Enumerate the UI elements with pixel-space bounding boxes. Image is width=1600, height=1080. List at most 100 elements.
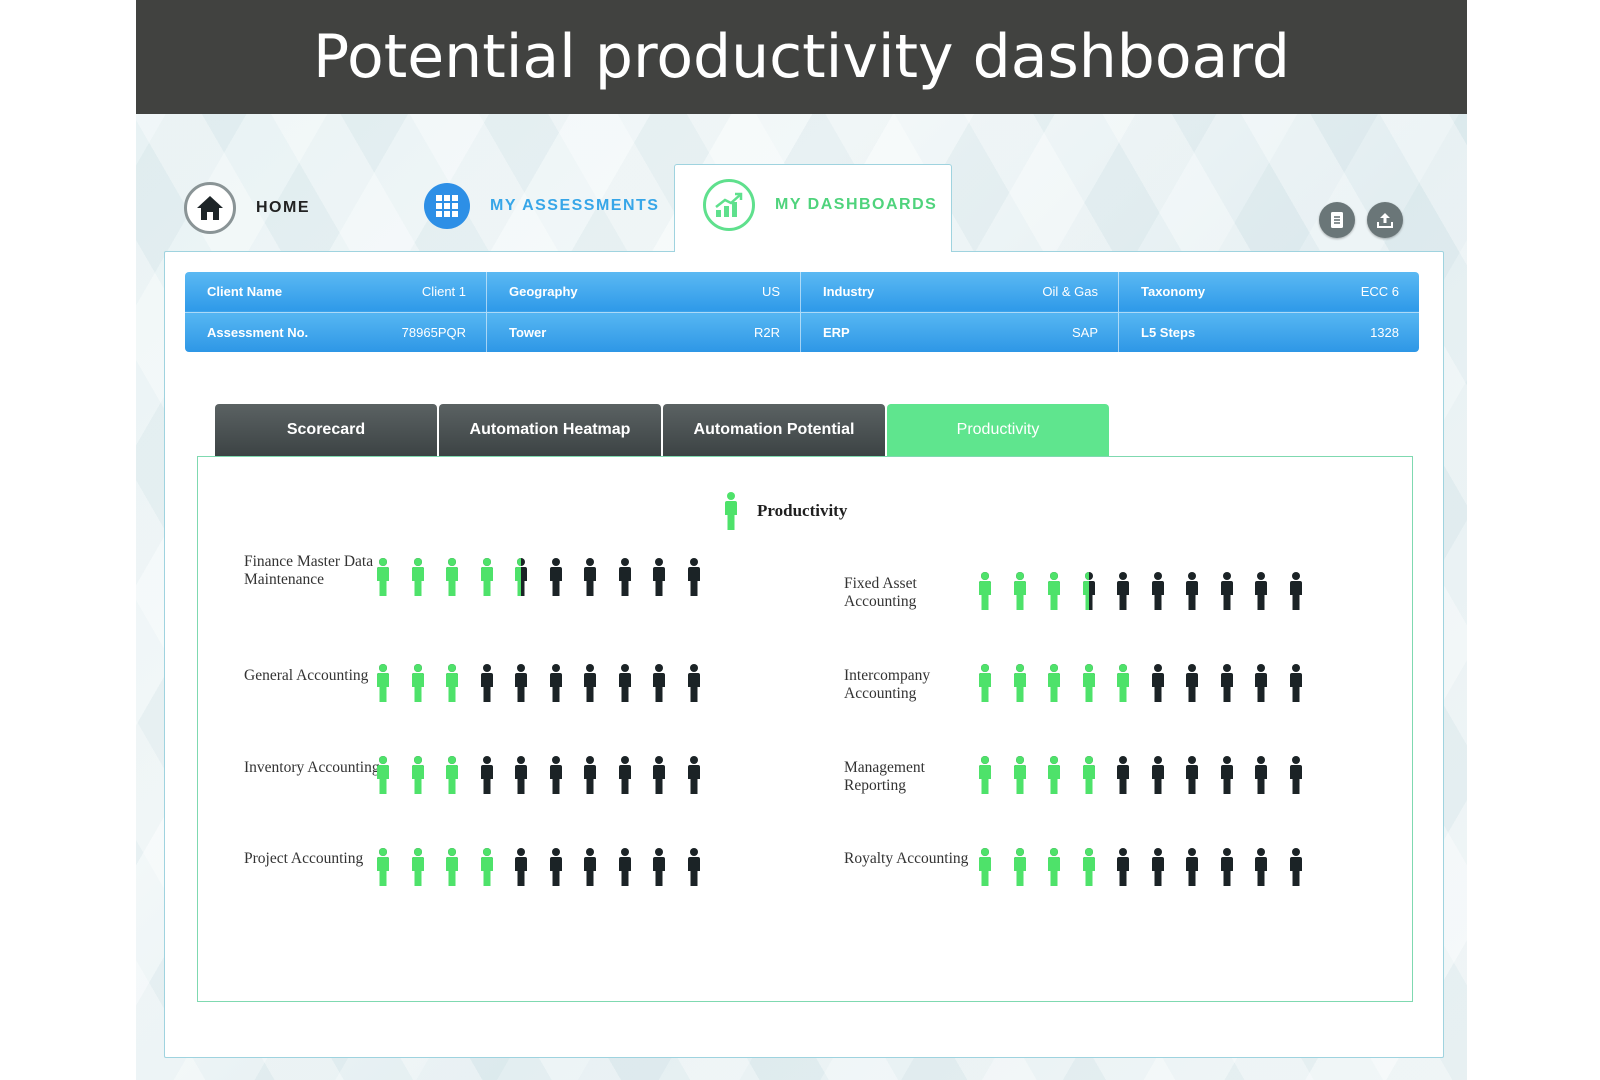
- person-icon: [618, 848, 631, 886]
- info-column: Geography US Tower R2R: [487, 272, 801, 352]
- person-icon: [1151, 848, 1164, 886]
- person-icon-row: [366, 663, 711, 707]
- info-value: SAP: [1071, 324, 1098, 340]
- person-icon: [979, 572, 992, 610]
- dashboard-frame: Potential productivity dashboard HOME MY…: [136, 0, 1467, 1080]
- person-icon: [1048, 664, 1061, 702]
- person-icon: [618, 756, 631, 794]
- person-icon-row: [968, 571, 1313, 615]
- person-icon: [618, 664, 631, 702]
- person-icon: [515, 848, 528, 886]
- person-icon: [1289, 848, 1302, 886]
- page-title: Potential productivity dashboard: [136, 0, 1467, 114]
- person-icon: [1255, 848, 1268, 886]
- legend-label: Productivity: [757, 501, 848, 520]
- person-icon: [1082, 664, 1095, 702]
- person-icon: [1220, 756, 1233, 794]
- main-panel: Client Name Client 1 Assessment No. 78965P…: [164, 251, 1444, 1058]
- info-value: Client 1: [421, 284, 466, 300]
- person-icon: [1117, 664, 1130, 702]
- upload-button[interactable]: [1367, 202, 1403, 238]
- person-icon: [1255, 572, 1268, 610]
- person-icon: [1186, 756, 1199, 794]
- tab-scorecard[interactable]: Scorecard: [215, 404, 437, 456]
- document-button[interactable]: [1319, 202, 1355, 238]
- nav-dashboards-label: MY DASHBOARDS: [775, 196, 938, 213]
- row-label: Intercompany Accounting: [844, 667, 931, 702]
- info-key: Industry: [823, 284, 875, 300]
- info-column: Client Name Client 1 Assessment No. 78965P…: [185, 272, 487, 352]
- person-icon: [1048, 756, 1061, 794]
- row-label: General Accounting: [244, 667, 369, 684]
- info-key: Client Name: [207, 284, 283, 300]
- person-icon: [687, 756, 700, 794]
- person-icon: [1289, 664, 1302, 702]
- person-icon: [1186, 664, 1199, 702]
- person-icon: [1048, 848, 1061, 886]
- person-icon: [1117, 756, 1130, 794]
- person-icon: [377, 558, 390, 596]
- person-icon-row: [366, 755, 711, 799]
- person-icon: [549, 664, 562, 702]
- person-icon: [411, 664, 424, 702]
- info-value: ECC 6: [1360, 284, 1399, 300]
- person-icon-row: [968, 847, 1313, 891]
- person-icon: [1151, 572, 1164, 610]
- person-icon: [515, 756, 528, 794]
- productivity-chart: Productivity Finance Master Data Mainten…: [197, 456, 1413, 1002]
- person-icon: [411, 756, 424, 794]
- person-icon: [687, 558, 700, 596]
- info-column: Industry Oil & Gas ERP SAP: [801, 272, 1119, 352]
- person-icon: [1082, 756, 1095, 794]
- person-icon: [653, 756, 666, 794]
- person-icon: [1013, 848, 1026, 886]
- person-icon: [979, 756, 992, 794]
- upload-icon: [1377, 213, 1393, 228]
- growth-chart-icon: [703, 179, 755, 231]
- row-label: Inventory Accounting: [244, 759, 380, 776]
- person-icon: [1186, 572, 1199, 610]
- person-icon: [584, 756, 597, 794]
- info-key: ERP: [823, 324, 850, 340]
- person-icon: [1013, 664, 1026, 702]
- info-column: Taxonomy ECC 6 L5 Steps 1328: [1119, 272, 1419, 352]
- person-icon: [653, 848, 666, 886]
- person-icon: [979, 848, 992, 886]
- nav-home-label: HOME: [256, 199, 310, 216]
- person-icon: [1289, 572, 1302, 610]
- person-icon: [1220, 664, 1233, 702]
- person-icon: [446, 558, 459, 596]
- nav-assessments-label: MY ASSESSMENTS: [490, 197, 660, 214]
- person-icon: [1082, 572, 1095, 610]
- person-icon: [446, 848, 459, 886]
- person-icon-row: [366, 847, 711, 891]
- person-icon: [549, 848, 562, 886]
- person-icon: [1255, 664, 1268, 702]
- row-label: Fixed Asset Accounting: [844, 575, 917, 610]
- nav-home[interactable]: HOME: [184, 182, 310, 234]
- person-icon: [1013, 572, 1026, 610]
- tab-automation-heatmap[interactable]: Automation Heatmap: [439, 404, 661, 456]
- person-icon-row: [968, 755, 1313, 799]
- nav-my-dashboards[interactable]: MY DASHBOARDS: [674, 164, 952, 252]
- nav-my-assessments[interactable]: MY ASSESSMENTS: [424, 183, 659, 229]
- person-icon: [1117, 572, 1130, 610]
- home-icon: [184, 182, 236, 234]
- tab-productivity[interactable]: Productivity: [887, 404, 1109, 456]
- person-icon: [618, 558, 631, 596]
- info-key: Tower: [509, 324, 547, 340]
- person-icon: [446, 664, 459, 702]
- person-icon: [377, 848, 390, 886]
- person-icon: [1013, 756, 1026, 794]
- person-icon-row: [366, 557, 711, 601]
- person-icon: [1186, 848, 1199, 886]
- info-key: Taxonomy: [1141, 284, 1206, 300]
- person-icon: [377, 664, 390, 702]
- person-icon: [411, 848, 424, 886]
- person-icon: [1220, 572, 1233, 610]
- person-icon: [480, 664, 493, 702]
- tab-automation-potential[interactable]: Automation Potential: [663, 404, 885, 456]
- person-icon: [584, 664, 597, 702]
- row-label: Finance Master Data Maintenance: [244, 553, 374, 588]
- person-icon: [653, 664, 666, 702]
